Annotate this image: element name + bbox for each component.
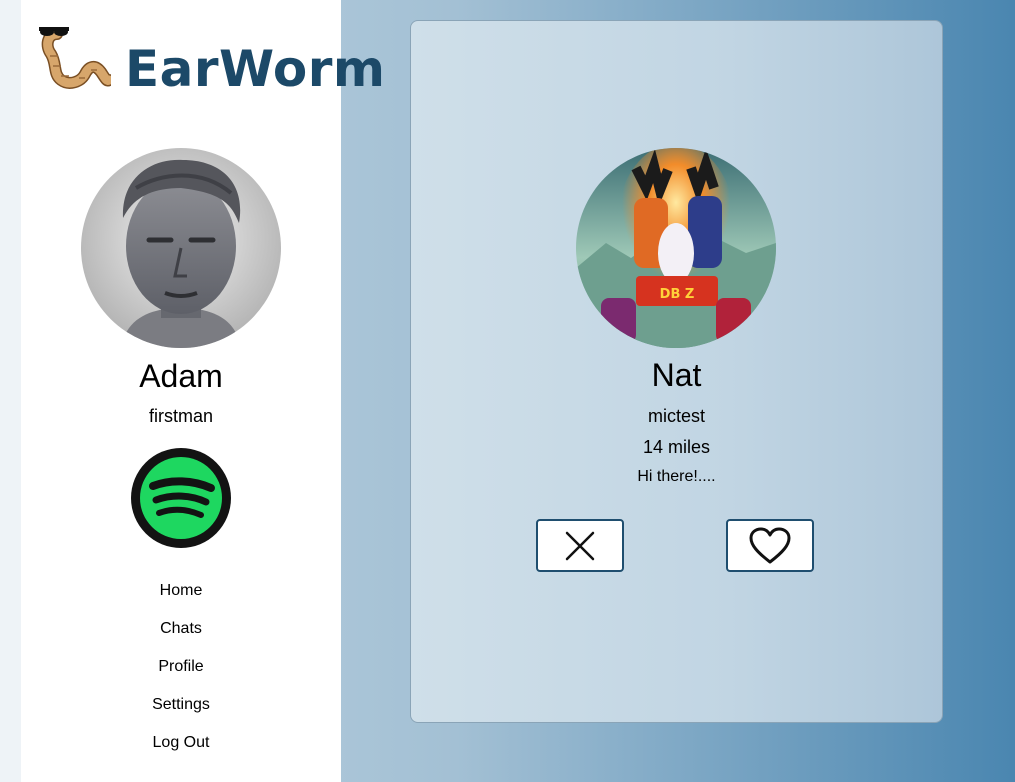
spotify-button[interactable] [131, 448, 231, 548]
match-card: DB Z Nat mictest 14 miles Hi there!.... [410, 20, 943, 723]
app-logo[interactable]: EarWorm [35, 16, 385, 94]
match-avatar: DB Z [576, 148, 776, 348]
user-username: firstman [148, 406, 213, 426]
heart-icon [749, 527, 791, 563]
nav-settings[interactable]: Settings [21, 686, 341, 724]
nav-profile[interactable]: Profile [21, 648, 341, 686]
brand-name: EarWorm [125, 40, 386, 98]
close-icon [565, 531, 595, 560]
svg-text:DB Z: DB Z [660, 287, 695, 302]
nav-log-out[interactable]: Log Out [21, 724, 341, 762]
match-distance: 14 miles [642, 437, 711, 457]
nav-chats[interactable]: Chats [21, 610, 341, 648]
sidebar-nav: Home Chats Profile Settings Log Out [21, 572, 341, 762]
match-avatar-image: DB Z [576, 148, 776, 348]
sidebar: EarWorm Adam firstman Home Chats Profile… [21, 0, 385, 782]
like-button[interactable] [726, 519, 814, 572]
page-left-edge [0, 0, 21, 782]
match-username: mictest [647, 406, 705, 426]
worm-logo-icon [39, 27, 111, 89]
spotify-icon [131, 448, 231, 548]
nav-home[interactable]: Home [21, 572, 341, 610]
user-avatar[interactable] [81, 148, 281, 348]
match-name: Nat [651, 357, 702, 393]
user-name: Adam [139, 358, 223, 394]
user-avatar-image [81, 148, 281, 348]
reject-button[interactable] [536, 519, 624, 572]
match-bio: Hi there!.... [637, 468, 716, 485]
